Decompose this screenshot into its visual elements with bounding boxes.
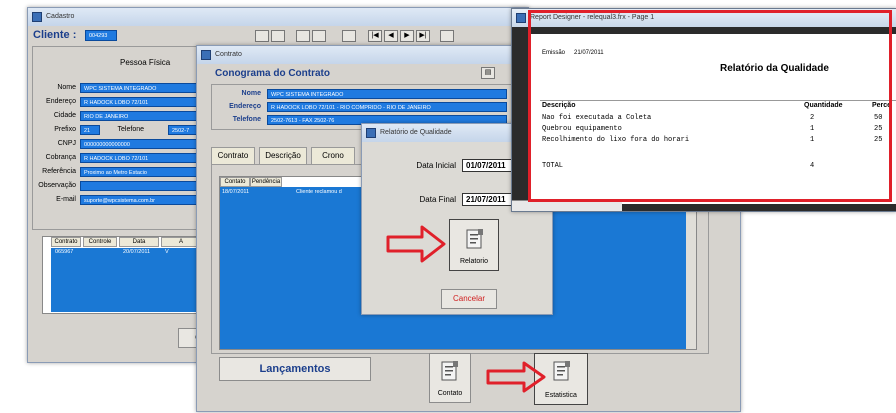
app-icon xyxy=(201,50,211,60)
field-label-cobranca: Cobrança xyxy=(45,154,76,161)
prev-record-icon[interactable]: ◀ xyxy=(384,30,398,42)
tab-descricao[interactable]: Descrição xyxy=(259,147,307,165)
toolbar-button-10[interactable] xyxy=(440,30,454,42)
grid-body[interactable] xyxy=(51,248,201,312)
contrato-print-icon[interactable]: ▤ xyxy=(481,67,495,79)
grid-header-a[interactable]: A xyxy=(161,237,201,247)
data-final-input[interactable]: 21/07/2011 xyxy=(462,193,514,206)
toolbar-button-3[interactable] xyxy=(296,30,310,42)
field-label-cidade: Cidade xyxy=(53,112,76,119)
toolbar-button-4[interactable] xyxy=(312,30,326,42)
grid-header-contrato[interactable]: Contrato xyxy=(51,237,81,247)
field-label-observacao: Observação xyxy=(38,182,76,189)
contrato-grid-text: Cliente reclamou d xyxy=(296,189,342,195)
data-inicial-input[interactable]: 01/07/2011 xyxy=(462,159,514,172)
grid-cell-contrato: 065967 xyxy=(55,249,74,255)
nome-field[interactable]: WPC SISTEMA INTEGRADO xyxy=(80,83,208,93)
cadastro-title: Cadastro xyxy=(46,13,75,20)
grid-header-contato[interactable]: Contato xyxy=(220,177,250,187)
relatorio-button[interactable]: Relatorio xyxy=(449,219,499,271)
contrato-grid-date: 18/07/2011 xyxy=(222,189,250,195)
contrato-label-nome: Nome xyxy=(241,90,261,97)
toolbar-button-1[interactable] xyxy=(255,30,269,42)
email-field[interactable]: suporte@wpcsistema.com.br xyxy=(80,195,208,205)
observacao-field[interactable] xyxy=(80,181,208,191)
contrato-endereco-field[interactable]: R HADOCK LOBO 72/101 - RIO COMPRIDO - RI… xyxy=(267,102,507,112)
report-highlight-frame xyxy=(528,10,892,202)
contrato-label-endereco: Endereço xyxy=(229,103,261,110)
contracts-grid: Contrato Controle Data A 065967 20/07/20… xyxy=(42,236,204,314)
relatorio-label: Relatorio xyxy=(459,258,488,265)
report-icon xyxy=(441,361,458,381)
cancelar-label: Cancelar xyxy=(452,294,485,303)
grid-header-pendencia[interactable]: Pendência xyxy=(250,177,282,187)
field-label-prefixo: Prefixo xyxy=(54,126,76,133)
toolbar-button-2[interactable] xyxy=(271,30,285,42)
relatorio-title: Relatório de Qualidade xyxy=(380,129,452,136)
report-icon xyxy=(466,229,483,249)
cnpj-field[interactable]: 000000000000000 xyxy=(80,139,208,149)
contato-label: Contato xyxy=(437,390,463,397)
lancamentos-label: Lançamentos xyxy=(259,363,331,375)
grid-header-data[interactable]: Data xyxy=(119,237,159,247)
referencia-field[interactable]: Proximo ao Metro Estacio xyxy=(80,167,208,177)
app-icon xyxy=(366,128,376,138)
app-icon xyxy=(516,13,526,23)
red-arrow-estatistica xyxy=(486,361,546,393)
contrato-label-telefone: Telefone xyxy=(232,116,261,123)
tab-cronograma[interactable]: Crono xyxy=(311,147,355,165)
field-label-nome: Nome xyxy=(57,84,76,91)
cliente-label: Cliente : xyxy=(33,29,77,41)
cliente-code-field[interactable]: 004293 xyxy=(85,30,117,41)
endereco-field[interactable]: R HADOCK LOBO 72/101 xyxy=(80,97,208,107)
prefixo-field[interactable]: 21 xyxy=(80,125,100,135)
cidade-field[interactable]: RIO DE JANEIRO xyxy=(80,111,208,121)
grid-cell-extra: V xyxy=(165,249,169,255)
contrato-title: Contrato xyxy=(215,51,242,58)
data-final-label: Data Final xyxy=(419,195,456,204)
field-label-referencia: Referência xyxy=(42,168,76,175)
toolbar-button-5[interactable] xyxy=(342,30,356,42)
red-arrow-relatorio xyxy=(386,225,446,263)
telefone-label: Telefone xyxy=(117,126,144,133)
cadastro-titlebar[interactable]: Cadastro xyxy=(28,8,528,26)
report-icon xyxy=(553,361,570,381)
field-label-email: E-mail xyxy=(56,196,76,203)
grid-header-controle[interactable]: Controle xyxy=(83,237,117,247)
field-label-cnpj: CNPJ xyxy=(57,140,76,147)
first-record-icon[interactable]: |◀ xyxy=(368,30,382,42)
next-record-icon[interactable]: ▶ xyxy=(400,30,414,42)
cancelar-button[interactable]: Cancelar xyxy=(441,289,497,309)
grid-cell-data: 20/07/2011 xyxy=(123,249,151,255)
cobranca-field[interactable]: R HADOCK LOBO 72/101 xyxy=(80,153,208,163)
tab-contrato[interactable]: Contrato xyxy=(211,147,255,165)
data-inicial-label: Data Inicial xyxy=(416,161,456,170)
last-record-icon[interactable]: ▶| xyxy=(416,30,430,42)
field-label-endereco: Endereço xyxy=(46,98,76,105)
section-title: Pessoa Física xyxy=(120,58,171,67)
contrato-header: Conograma do Contrato xyxy=(215,68,330,79)
lancamentos-button[interactable]: Lançamentos xyxy=(219,357,371,381)
contrato-nome-field[interactable]: WPC SISTEMA INTEGRADO xyxy=(267,89,507,99)
app-icon xyxy=(32,12,42,22)
contato-button[interactable]: Contato xyxy=(429,353,471,403)
